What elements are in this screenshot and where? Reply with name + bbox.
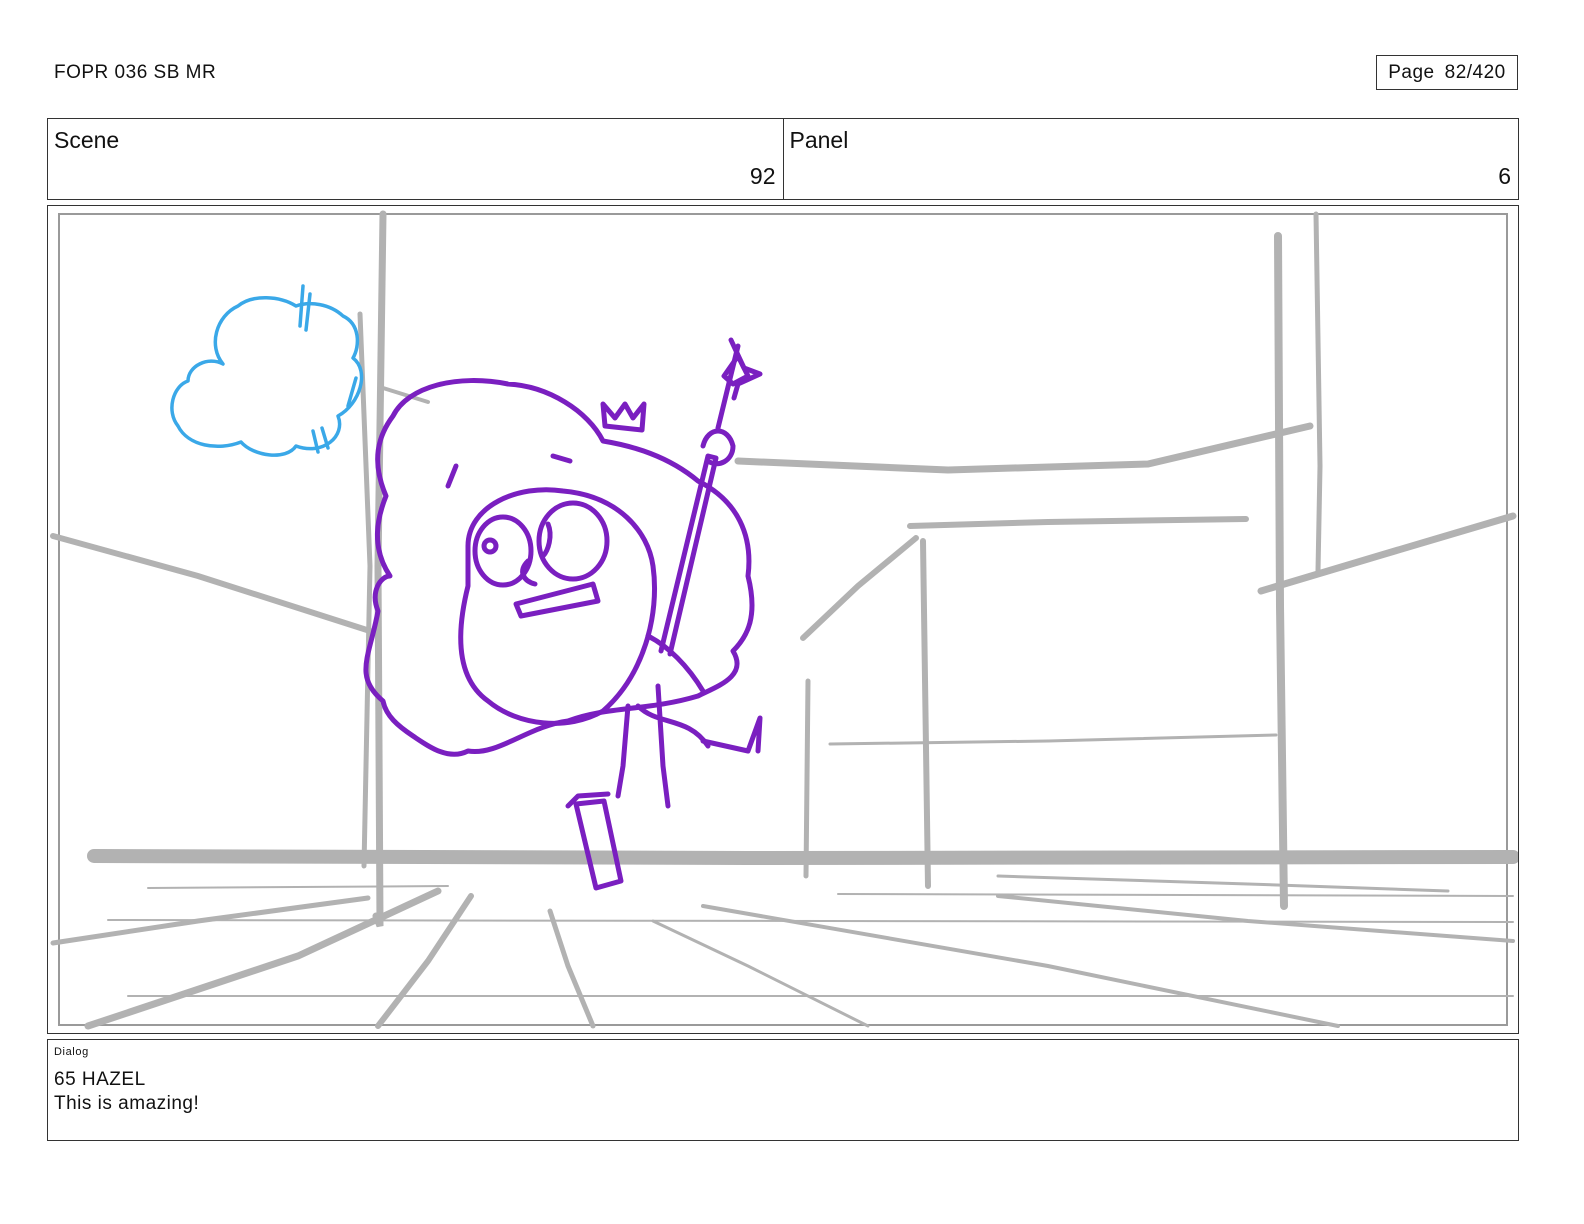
page-number: 82/420 [1444,61,1506,83]
scene-number: 92 [749,163,776,189]
storyboard-panel [47,205,1519,1034]
dialog-text: 65 HAZEL This is amazing! [54,1068,199,1116]
dialog-speaker: 65 HAZEL [54,1069,146,1090]
hazel-character [363,337,763,891]
panel-label: Panel [789,127,849,153]
scene-cell: Scene 92 [48,119,783,199]
poof-cloud [170,284,364,457]
document-title: FOPR 036 SB MR [54,62,217,83]
panel-number: 6 [1498,163,1511,189]
safe-frame [58,213,1508,1026]
panel-cell: Panel 6 [782,119,1519,199]
dialog-line: This is amazing! [54,1093,200,1114]
scene-panel-info: Scene 92 Panel 6 [47,118,1519,200]
dialog-label: Dialog [54,1046,89,1058]
page-indicator: Page 82/420 [1376,55,1518,90]
page-label: Page [1388,61,1435,83]
dialog-box: Dialog 65 HAZEL This is amazing! [47,1039,1519,1141]
scene-label: Scene [54,127,120,153]
panel-sketch [50,210,1518,1030]
background-room-sketch [50,210,1518,1030]
